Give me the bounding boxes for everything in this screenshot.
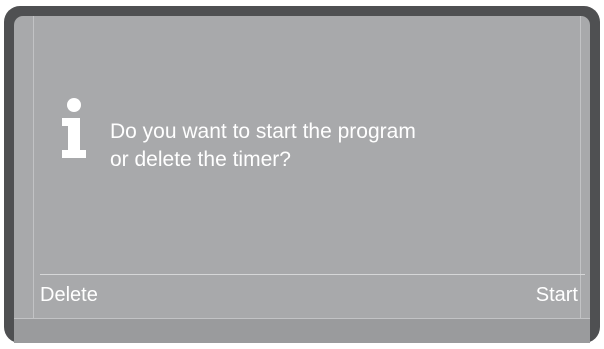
dialog-message-line-2: or delete the timer? (110, 148, 291, 171)
delete-button[interactable]: Delete (40, 282, 98, 308)
screen-guide-right (580, 16, 581, 318)
softkey-divider (40, 274, 585, 275)
screen-footer-bar (14, 318, 590, 343)
dialog-message: Do you want to start the program or dele… (110, 118, 540, 174)
screen-guide-left (33, 16, 34, 318)
start-button[interactable]: Start (536, 282, 578, 308)
display-screen: Do you want to start the program or dele… (14, 16, 590, 343)
device-frame: Do you want to start the program or dele… (4, 6, 600, 343)
info-icon (62, 98, 86, 158)
dialog-message-line-1: Do you want to start the program (110, 120, 416, 143)
